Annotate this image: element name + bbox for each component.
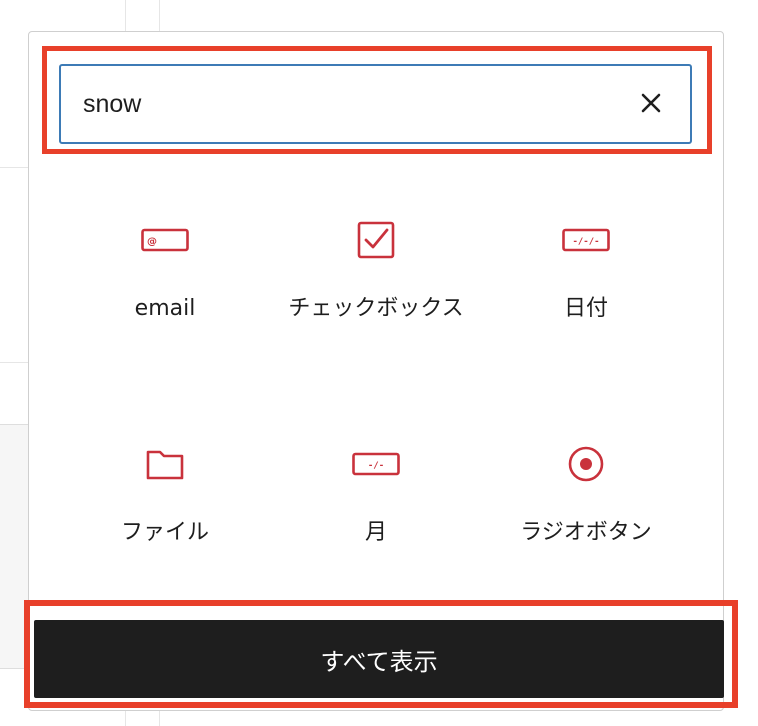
- block-search-input[interactable]: [83, 80, 603, 128]
- block-item-label: ファイル: [120, 520, 209, 545]
- show-all-button[interactable]: すべて表示: [34, 620, 724, 698]
- block-item-label: チェックボックス: [288, 296, 464, 321]
- svg-text:@: @: [147, 237, 157, 248]
- block-item-email[interactable]: @ email: [60, 216, 270, 327]
- show-all-label: すべて表示: [320, 647, 438, 676]
- block-item-file[interactable]: ファイル: [60, 440, 270, 551]
- folder-icon: [141, 440, 189, 488]
- editor-canvas: @ email チェックボックス -/-/- 日付 ファイル: [0, 0, 758, 726]
- block-item-label: 日付: [563, 296, 608, 321]
- canvas-gray-region: [0, 424, 28, 669]
- block-item-label: 月: [364, 520, 387, 545]
- block-item-checkbox[interactable]: チェックボックス: [271, 216, 481, 327]
- clear-search-button[interactable]: [632, 86, 670, 124]
- block-search-field: [59, 64, 692, 144]
- block-item-month[interactable]: -/- 月: [271, 440, 481, 551]
- email-field-icon: @: [141, 216, 189, 264]
- canvas-gridline: [0, 362, 30, 363]
- canvas-gridline: [0, 167, 30, 168]
- svg-text:-/-/-: -/-/-: [572, 237, 599, 247]
- checkbox-icon: [352, 216, 400, 264]
- block-item-label: email: [134, 296, 196, 321]
- svg-text:-/-: -/-: [368, 461, 384, 471]
- block-item-date[interactable]: -/-/- 日付: [481, 216, 691, 327]
- block-item-label: ラジオボタン: [520, 520, 652, 545]
- radio-button-icon: [562, 440, 610, 488]
- month-field-icon: -/-: [352, 440, 400, 488]
- date-field-icon: -/-/-: [562, 216, 610, 264]
- close-icon: [640, 92, 662, 118]
- block-item-radio[interactable]: ラジオボタン: [481, 440, 691, 551]
